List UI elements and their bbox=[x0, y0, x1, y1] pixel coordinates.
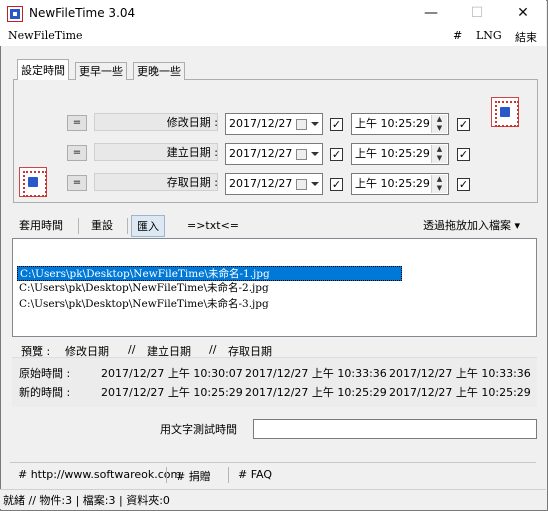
app-icon bbox=[7, 6, 23, 22]
minimize-button[interactable]: — bbox=[408, 0, 454, 27]
create-time-value: 上午 10:25:29 bbox=[355, 147, 430, 160]
import-button[interactable]: 匯入 bbox=[131, 215, 165, 237]
website-link[interactable]: # http://www.softwareok.com bbox=[18, 468, 181, 481]
create-date-value: 2017/12/27 bbox=[229, 147, 293, 160]
access-date-label: 存取日期 : bbox=[166, 176, 218, 189]
tab-earlier[interactable]: 更早一些 bbox=[75, 62, 127, 80]
link-divider bbox=[228, 467, 229, 483]
calendar-icon bbox=[296, 179, 307, 190]
new-access-time: 2017/12/27 上午 10:25:29 bbox=[389, 386, 531, 399]
preview-separator: // bbox=[209, 343, 217, 356]
close-button[interactable]: ✕ bbox=[500, 0, 546, 27]
list-item[interactable]: C:\Users\pk\Desktop\NewFileTime\未命名-3.jp… bbox=[17, 297, 269, 312]
test-time-input[interactable] bbox=[253, 419, 537, 439]
apply-time-button[interactable]: 套用時間 bbox=[14, 215, 68, 237]
status-text: 就緒 // 物件:3 | 檔案:3 | 資料夾:0 bbox=[3, 494, 170, 507]
file-list[interactable]: C:\Users\pk\Desktop\NewFileTime\未命名-1.jp… bbox=[12, 238, 537, 337]
calendar-clock-icon[interactable] bbox=[491, 97, 519, 127]
modify-time-checkbox[interactable]: ✓ bbox=[457, 118, 470, 131]
menu-newfiletime[interactable]: NewFileTime bbox=[8, 29, 83, 42]
drag-drop-menu[interactable]: 透過拖放加入檔案 ▾ bbox=[418, 215, 525, 237]
menu-language[interactable]: LNG bbox=[476, 29, 502, 42]
modify-date-label: 修改日期 : bbox=[166, 116, 218, 129]
window-title: NewFileTime 3.04 bbox=[29, 6, 136, 20]
calendar-clock-icon[interactable] bbox=[19, 167, 47, 197]
maximize-button[interactable]: ☐ bbox=[454, 0, 500, 27]
create-date-checkbox[interactable]: ✓ bbox=[330, 148, 343, 161]
modify-date-picker[interactable]: 2017/12/27 bbox=[225, 113, 323, 135]
original-time-label: 原始時間 : bbox=[19, 367, 71, 380]
test-time-label: 用文字測試時間 bbox=[160, 423, 237, 436]
tab-set-time[interactable]: 設定時間 bbox=[17, 59, 69, 80]
chevron-down-icon bbox=[311, 152, 319, 156]
modify-time-picker[interactable]: 上午 10:25:29 ▲ ▼ bbox=[351, 113, 449, 135]
list-item[interactable]: C:\Users\pk\Desktop\NewFileTime\未命名-1.jp… bbox=[17, 266, 402, 281]
create-time-checkbox[interactable]: ✓ bbox=[457, 148, 470, 161]
reset-button[interactable]: 重設 bbox=[86, 215, 118, 237]
create-date-picker[interactable]: 2017/12/27 bbox=[225, 143, 323, 165]
access-date-value: 2017/12/27 bbox=[229, 177, 293, 190]
new-create-time: 2017/12/27 上午 10:25:29 bbox=[245, 386, 387, 399]
txt-button[interactable]: =>txt<= bbox=[182, 215, 244, 237]
original-create-time: 2017/12/27 上午 10:33:36 bbox=[245, 367, 387, 380]
new-time-label: 新的時間 : bbox=[19, 386, 71, 399]
modify-date-value: 2017/12/27 bbox=[229, 117, 293, 130]
time-spinner[interactable]: ▲ ▼ bbox=[431, 145, 447, 163]
time-spinner[interactable]: ▲ ▼ bbox=[431, 115, 447, 133]
modify-time-value: 上午 10:25:29 bbox=[355, 117, 430, 130]
equal-button-access[interactable]: = bbox=[67, 175, 87, 191]
time-spinner[interactable]: ▲ ▼ bbox=[431, 175, 447, 193]
donate-link[interactable]: # 捐贈 bbox=[176, 468, 211, 484]
access-date-picker[interactable]: 2017/12/27 bbox=[225, 173, 323, 195]
new-modify-time: 2017/12/27 上午 10:25:29 bbox=[101, 386, 243, 399]
toolbar-divider bbox=[127, 218, 128, 234]
preview-separator: // bbox=[128, 343, 136, 356]
menu-hash[interactable]: # bbox=[453, 29, 462, 42]
access-time-checkbox[interactable]: ✓ bbox=[457, 178, 470, 191]
menu-exit[interactable]: 結束 bbox=[515, 29, 537, 45]
toolbar-divider bbox=[78, 218, 79, 234]
create-time-picker[interactable]: 上午 10:25:29 ▲ ▼ bbox=[351, 143, 449, 165]
link-divider bbox=[166, 467, 167, 483]
access-time-value: 上午 10:25:29 bbox=[355, 177, 430, 190]
modify-date-checkbox[interactable]: ✓ bbox=[330, 118, 343, 131]
calendar-icon bbox=[296, 149, 307, 160]
original-modify-time: 2017/12/27 上午 10:30:07 bbox=[101, 367, 243, 380]
equal-button-modify[interactable]: = bbox=[67, 115, 87, 131]
create-date-label: 建立日期 : bbox=[166, 146, 218, 159]
access-date-checkbox[interactable]: ✓ bbox=[330, 178, 343, 191]
equal-button-create[interactable]: = bbox=[67, 145, 87, 161]
access-time-picker[interactable]: 上午 10:25:29 ▲ ▼ bbox=[351, 173, 449, 195]
tab-later[interactable]: 更晚一些 bbox=[133, 62, 185, 80]
original-access-time: 2017/12/27 上午 10:33:36 bbox=[389, 367, 531, 380]
chevron-down-icon bbox=[311, 182, 319, 186]
calendar-icon bbox=[296, 119, 307, 130]
faq-link[interactable]: # FAQ bbox=[238, 468, 272, 481]
list-item[interactable]: C:\Users\pk\Desktop\NewFileTime\未命名-2.jp… bbox=[17, 281, 269, 296]
chevron-down-icon bbox=[311, 122, 319, 126]
